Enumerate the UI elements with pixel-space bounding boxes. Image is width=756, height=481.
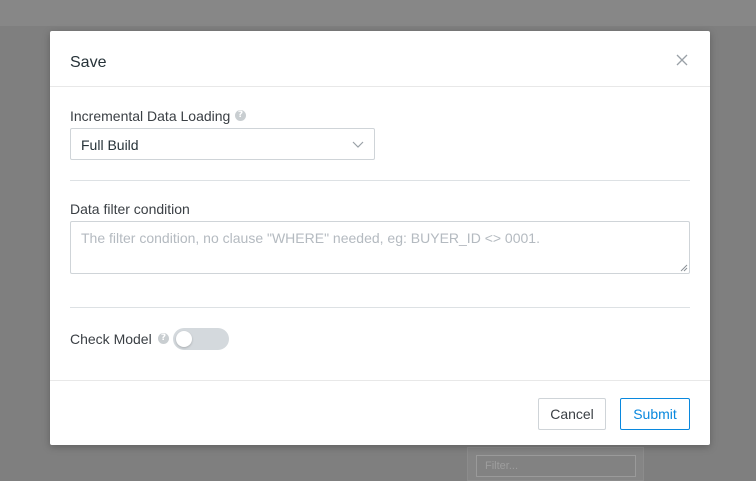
submit-button[interactable]: Submit: [620, 398, 690, 430]
dialog-header: Save: [50, 31, 710, 87]
section-divider: [70, 307, 690, 308]
data-filter-condition-label: Data filter condition: [70, 201, 190, 217]
toggle-knob: [176, 331, 192, 347]
dialog-title: Save: [70, 54, 107, 71]
chevron-down-icon: [352, 141, 364, 148]
incremental-help-icon[interactable]: ?: [235, 110, 246, 121]
check-model-label: Check Model: [70, 331, 152, 347]
save-dialog: Save Incremental Data Loading ? Full Bui…: [50, 31, 710, 445]
cancel-button[interactable]: Cancel: [538, 398, 606, 430]
resize-handle-icon[interactable]: [680, 264, 688, 272]
background-filter-panel: Filter...: [467, 447, 644, 481]
background-header-strip: [0, 0, 756, 26]
data-filter-condition-placeholder: The filter condition, no clause "WHERE" …: [81, 230, 540, 246]
data-filter-condition-textarea[interactable]: The filter condition, no clause "WHERE" …: [70, 221, 690, 274]
check-model-help-icon[interactable]: ?: [158, 333, 169, 344]
dialog-footer: Cancel Submit: [50, 380, 710, 445]
incremental-loading-select[interactable]: Full Build: [70, 128, 375, 160]
incremental-data-loading-label: Incremental Data Loading: [70, 108, 231, 124]
check-model-toggle[interactable]: [173, 328, 229, 350]
close-icon[interactable]: [675, 53, 689, 67]
section-divider: [70, 180, 690, 181]
incremental-loading-selected-value: Full Build: [81, 137, 139, 153]
background-filter-input: Filter...: [476, 455, 636, 477]
